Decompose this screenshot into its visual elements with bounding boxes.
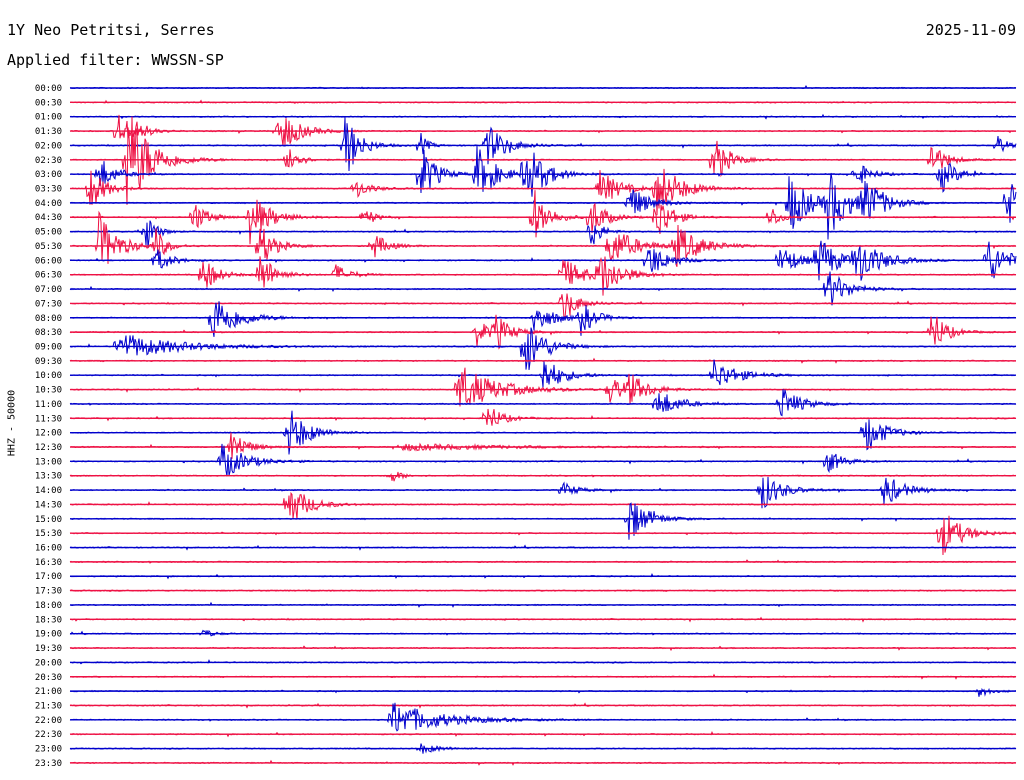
time-tick-label: 13:00 [35,457,62,467]
trace-0200 [69,117,1017,172]
time-tick-label: 06:30 [35,271,62,281]
time-tick-label: 21:00 [35,687,62,697]
time-tick-label: 05:00 [35,228,62,238]
time-tick-label: 11:30 [35,414,62,424]
time-tick-label: 10:00 [35,371,62,381]
time-tick-label: 02:00 [35,141,62,151]
time-tick-label: 22:30 [35,730,62,740]
time-tick-label: 07:30 [35,299,62,309]
time-tick-label: 07:00 [35,285,62,295]
trace-2200 [69,702,1017,732]
trace-1100 [69,389,1017,417]
time-tick-label: 05:30 [35,242,62,252]
time-tick-label: 12:00 [35,429,62,439]
trace-0400 [69,172,1017,240]
trace-1000 [69,359,1017,388]
time-tick-label: 03:00 [35,170,62,180]
seismogram-drum: 00:00 00:30 01:00 01:30 02:00 02:30 03:00 03:30… [35,84,1017,769]
time-tick-label: 00:00 [35,84,62,94]
trace-0900 [69,327,1017,370]
time-tick-label: 01:00 [35,113,62,123]
time-tick-label: 17:30 [35,587,62,597]
trace-1530 [69,515,1017,556]
trace-0230 [69,116,1017,205]
time-tick-label: 17:00 [35,572,62,582]
time-tick-label: 23:30 [35,759,62,769]
time-tick-label: 20:30 [35,673,62,683]
trace-1130 [69,408,1017,426]
time-tick-label: 08:00 [35,314,62,324]
time-tick-label: 22:00 [35,716,62,726]
time-tick-label: 13:30 [35,472,62,482]
time-tick-label: 15:00 [35,515,62,525]
time-tick-label: 12:30 [35,443,62,453]
time-tick-label: 04:00 [35,199,62,209]
time-tick-label: 09:30 [35,357,62,367]
time-tick-label: 08:30 [35,328,62,338]
time-tick-label: 18:00 [35,601,62,611]
time-tick-label: 23:00 [35,745,62,755]
trace-1400 [69,476,1017,509]
time-tick-label: 03:30 [35,185,62,195]
time-tick-label: 20:00 [35,658,62,668]
time-tick-label: 11:00 [35,400,62,410]
time-tick-label: 19:30 [35,644,62,654]
trace-0730 [69,293,1017,320]
trace-1330 [69,471,1017,482]
time-tick-label: 02:30 [35,156,62,166]
trace-1430 [69,491,1017,520]
time-tick-label: 01:30 [35,127,62,137]
time-tick-label: 18:30 [35,615,62,625]
time-tick-label: 15:30 [35,529,62,539]
time-tick-label: 19:00 [35,630,62,640]
time-tick-label: 04:30 [35,213,62,223]
time-tick-label: 14:00 [35,486,62,496]
time-tick-label: 00:30 [35,98,62,108]
time-tick-label: 06:00 [35,256,62,266]
trace-1500 [69,502,1017,540]
time-tick-label: 09:00 [35,342,62,352]
time-tick-label: 21:30 [35,701,62,711]
time-tick-label: 16:30 [35,558,62,568]
time-tick-label: 14:30 [35,500,62,510]
time-tick-label: 10:30 [35,386,62,396]
time-tick-label: 16:00 [35,544,62,554]
trace-1300 [69,443,1017,477]
